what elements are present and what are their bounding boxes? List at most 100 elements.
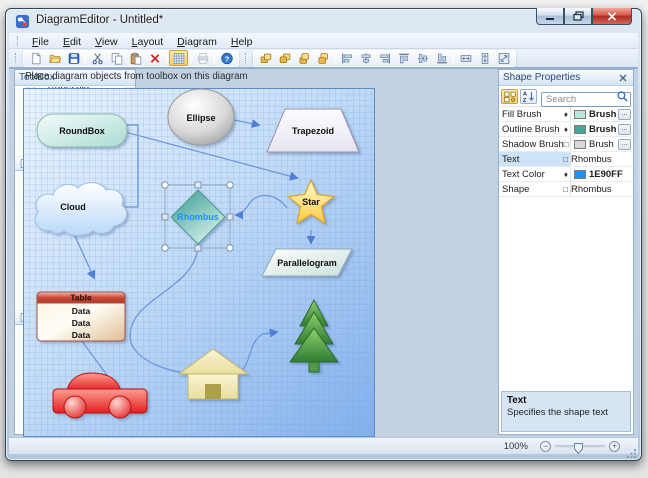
svg-text:Star: Star [302, 197, 320, 207]
grid-toggle-button[interactable] [169, 50, 188, 66]
svg-text:Trapezoid: Trapezoid [292, 126, 334, 136]
property-row[interactable]: Fill Brush ♦ Brush ... [499, 107, 633, 122]
paste-button[interactable] [126, 50, 145, 66]
save-button[interactable] [64, 50, 83, 66]
property-value[interactable]: Brush [589, 124, 616, 135]
property-value[interactable]: Rhombus [571, 154, 612, 165]
send-to-back-button[interactable] [275, 50, 294, 66]
svg-text:Data: Data [72, 318, 91, 328]
property-value[interactable]: Rhombus [571, 184, 612, 195]
svg-text:Data: Data [72, 330, 91, 340]
sort-az-button[interactable]: AZ [520, 89, 537, 104]
zoom-level: 100% [504, 441, 528, 452]
shape-ellipse[interactable]: Ellipse [168, 89, 234, 145]
ellipsis-button[interactable]: ... [618, 124, 631, 135]
menu-item[interactable]: Layout [125, 35, 171, 49]
property-label: Shadow Brush [499, 139, 564, 150]
align-left-button[interactable] [337, 50, 356, 66]
zoom-in-button[interactable]: + [609, 441, 620, 452]
shape-table[interactable]: Table Data Data Data [37, 292, 125, 341]
svg-text:Rhombus: Rhombus [177, 212, 219, 222]
property-label: Outline Brush [499, 124, 560, 135]
new-button[interactable] [26, 50, 45, 66]
categorize-button[interactable] [501, 89, 518, 104]
properties-title: Shape Properties [503, 72, 580, 83]
property-marker-icon: ♦ [564, 110, 570, 119]
color-swatch [574, 140, 586, 149]
toolbar-grip [17, 36, 20, 46]
align-middle-button[interactable] [413, 50, 432, 66]
shape-parallelogram[interactable]: Parallelogram [262, 249, 352, 276]
color-swatch [574, 125, 586, 134]
svg-text:?: ? [224, 54, 229, 63]
delete-button[interactable] [145, 50, 164, 66]
print-button[interactable] [193, 50, 212, 66]
ellipsis-button[interactable]: ... [618, 139, 631, 150]
property-grid: Fill Brush ♦ Brush ... Outline Brush ♦ [499, 107, 633, 390]
align-bottom-button[interactable] [432, 50, 451, 66]
svg-text:Data: Data [72, 306, 91, 316]
property-value[interactable]: Brush [589, 109, 616, 120]
close-panel-icon[interactable] [617, 72, 629, 84]
property-row[interactable]: Text Color ♦ 1E90FF ... [499, 167, 633, 182]
color-swatch [574, 170, 586, 179]
help-button[interactable]: ? [217, 50, 236, 66]
property-value[interactable]: Brush [589, 139, 614, 150]
copy-button[interactable] [107, 50, 126, 66]
menu-item[interactable]: Diagram [170, 35, 224, 49]
property-row[interactable]: Shadow Brush □ Brush ... [499, 137, 633, 152]
cut-button[interactable] [88, 50, 107, 66]
separator [453, 52, 454, 64]
same-height-button[interactable] [475, 50, 494, 66]
restore-button[interactable] [564, 8, 592, 25]
send-backward-button[interactable] [313, 50, 332, 66]
color-swatch [574, 110, 586, 119]
separator [166, 52, 167, 64]
toolbar-grip [245, 53, 248, 63]
property-row[interactable]: Shape □ Rhombus ... [499, 182, 633, 197]
property-description: Text Specifies the shape text [501, 391, 631, 432]
menu-item[interactable]: Edit [56, 35, 88, 49]
align-top-button[interactable] [394, 50, 413, 66]
ellipsis-button[interactable]: ... [618, 109, 631, 120]
properties-header: Shape Properties [499, 70, 633, 86]
desktop: DiagramEditor - Untitled* FileEditViewLa… [0, 0, 648, 478]
svg-text:Table: Table [70, 293, 92, 303]
close-button[interactable] [592, 8, 632, 25]
menu-item[interactable]: File [25, 35, 56, 49]
shape-roundbox[interactable]: RoundBox [37, 114, 127, 147]
app-icon [15, 14, 30, 29]
shape-properties-panel: Shape Properties AZ [498, 69, 634, 435]
same-size-button[interactable] [494, 50, 513, 66]
property-label: Text Color [499, 169, 545, 180]
same-width-button[interactable] [456, 50, 475, 66]
property-row[interactable]: Outline Brush ♦ Brush ... [499, 122, 633, 137]
separator [334, 52, 335, 64]
menu-item[interactable]: View [88, 35, 125, 49]
canvas-hint: Place diagram objects from toolbox on th… [25, 71, 248, 82]
bring-forward-button[interactable] [294, 50, 313, 66]
property-value[interactable]: 1E90FF [589, 169, 623, 180]
diagram-page[interactable]: RoundBox Ellipse Trapezoid [23, 88, 375, 437]
open-button[interactable] [45, 50, 64, 66]
toolbar: ? [9, 49, 638, 67]
property-marker-icon: □ [563, 185, 570, 194]
resize-grip[interactable] [627, 446, 637, 456]
svg-text:Cloud: Cloud [60, 202, 86, 212]
window-title: DiagramEditor - Untitled* [36, 14, 163, 26]
menu-item[interactable]: Help [224, 35, 260, 49]
zoom-slider[interactable] [555, 445, 605, 448]
align-right-button[interactable] [375, 50, 394, 66]
align-center-button[interactable] [356, 50, 375, 66]
title-bar[interactable]: DiagramEditor - Untitled* [6, 9, 641, 33]
description-text: Specifies the shape text [507, 407, 625, 418]
property-row[interactable]: Text □ Rhombus ... [499, 152, 633, 167]
zoom-out-button[interactable]: − [540, 441, 551, 452]
property-marker-icon: □ [563, 155, 570, 164]
bring-to-front-button[interactable] [256, 50, 275, 66]
zoom-slider-thumb[interactable] [574, 441, 583, 459]
app-window: DiagramEditor - Untitled* FileEditViewLa… [5, 8, 642, 461]
property-label: Shape [499, 184, 529, 195]
svg-text:Ellipse: Ellipse [186, 113, 215, 123]
minimize-button[interactable] [536, 8, 564, 25]
